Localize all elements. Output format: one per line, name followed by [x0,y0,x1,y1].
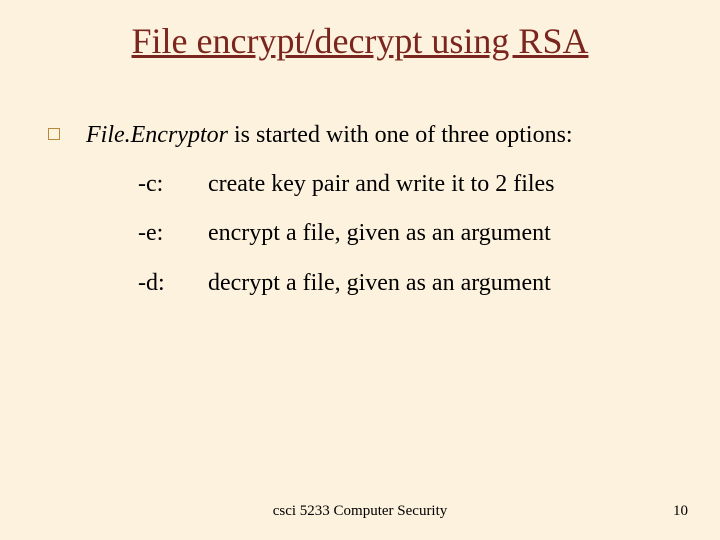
option-desc: decrypt a file, given as an argument [208,268,551,299]
option-flag: -d: [138,268,208,299]
options-list: -c: create key pair and write it to 2 fi… [138,169,680,299]
option-flag: -e: [138,218,208,249]
square-bullet-icon [48,128,60,140]
option-desc: create key pair and write it to 2 files [208,169,555,200]
slide-title: File encrypt/decrypt using RSA [0,20,720,62]
slide: File encrypt/decrypt using RSA File.Encr… [0,0,720,540]
option-row: -e: encrypt a file, given as an argument [138,218,680,249]
program-name: File.Encryptor [86,122,228,148]
page-number: 10 [673,503,688,520]
lead-rest: is started with one of three options: [228,122,573,148]
bullet-item: File.Encryptor is started with one of th… [48,120,680,151]
option-row: -c: create key pair and write it to 2 fi… [138,169,680,200]
option-row: -d: decrypt a file, given as an argument [138,268,680,299]
option-desc: encrypt a file, given as an argument [208,218,551,249]
footer-center: csci 5233 Computer Security [0,503,720,520]
lead-text: File.Encryptor is started with one of th… [86,120,573,151]
slide-body: File.Encryptor is started with one of th… [48,120,680,317]
option-flag: -c: [138,169,208,200]
